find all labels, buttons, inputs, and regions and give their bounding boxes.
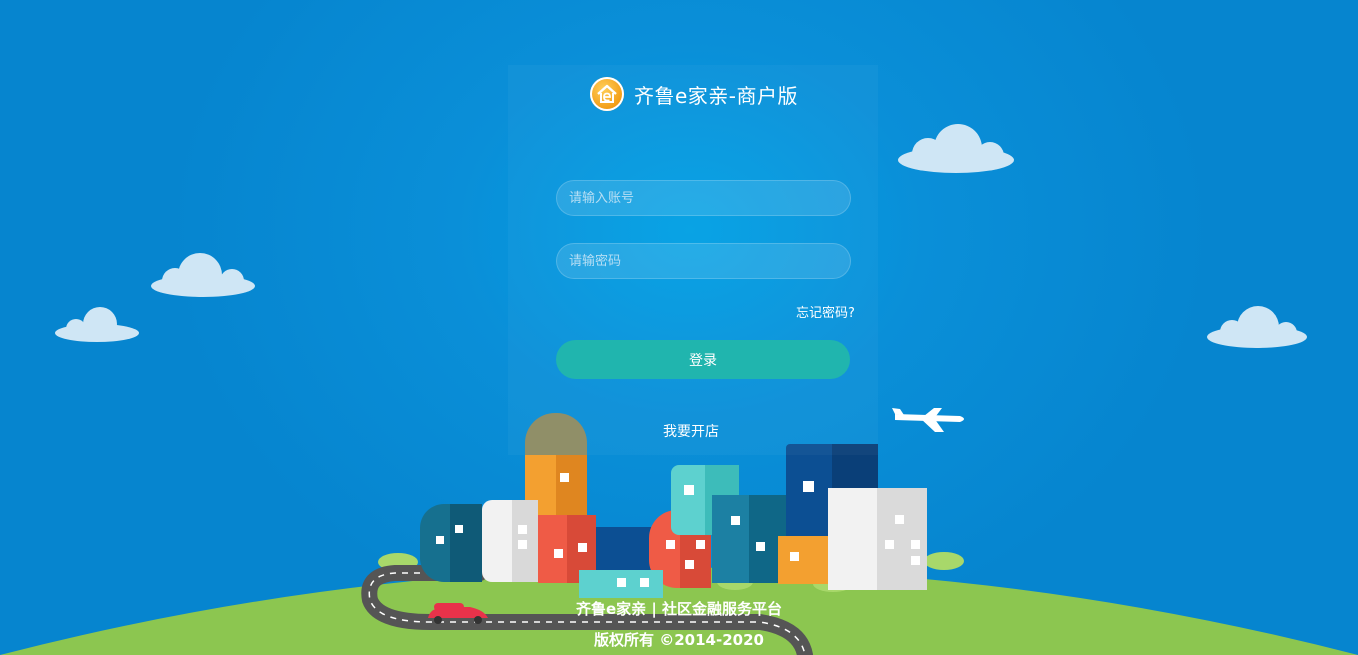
- airplane-icon: [892, 408, 964, 432]
- house-e-logo-icon: [590, 77, 624, 111]
- cloud-icon: [898, 124, 1014, 173]
- account-input[interactable]: [556, 180, 851, 216]
- brand-header: 齐鲁e家亲-商户版: [590, 76, 798, 112]
- footer-tagline: 齐鲁e家亲 | 社区金融服务平台: [575, 600, 783, 618]
- login-button[interactable]: 登录: [556, 340, 850, 379]
- cloud-icon: [1207, 306, 1307, 348]
- cloud-icon: [151, 253, 255, 297]
- footer-copyright: 版权所有 ©2014-2020: [594, 631, 764, 649]
- password-input[interactable]: [556, 243, 851, 279]
- open-shop-link[interactable]: 我要开店: [663, 421, 719, 441]
- forgot-password-link[interactable]: 忘记密码?: [796, 302, 855, 321]
- app-title: 齐鲁e家亲-商户版: [634, 83, 799, 108]
- cloud-icon: [55, 307, 139, 342]
